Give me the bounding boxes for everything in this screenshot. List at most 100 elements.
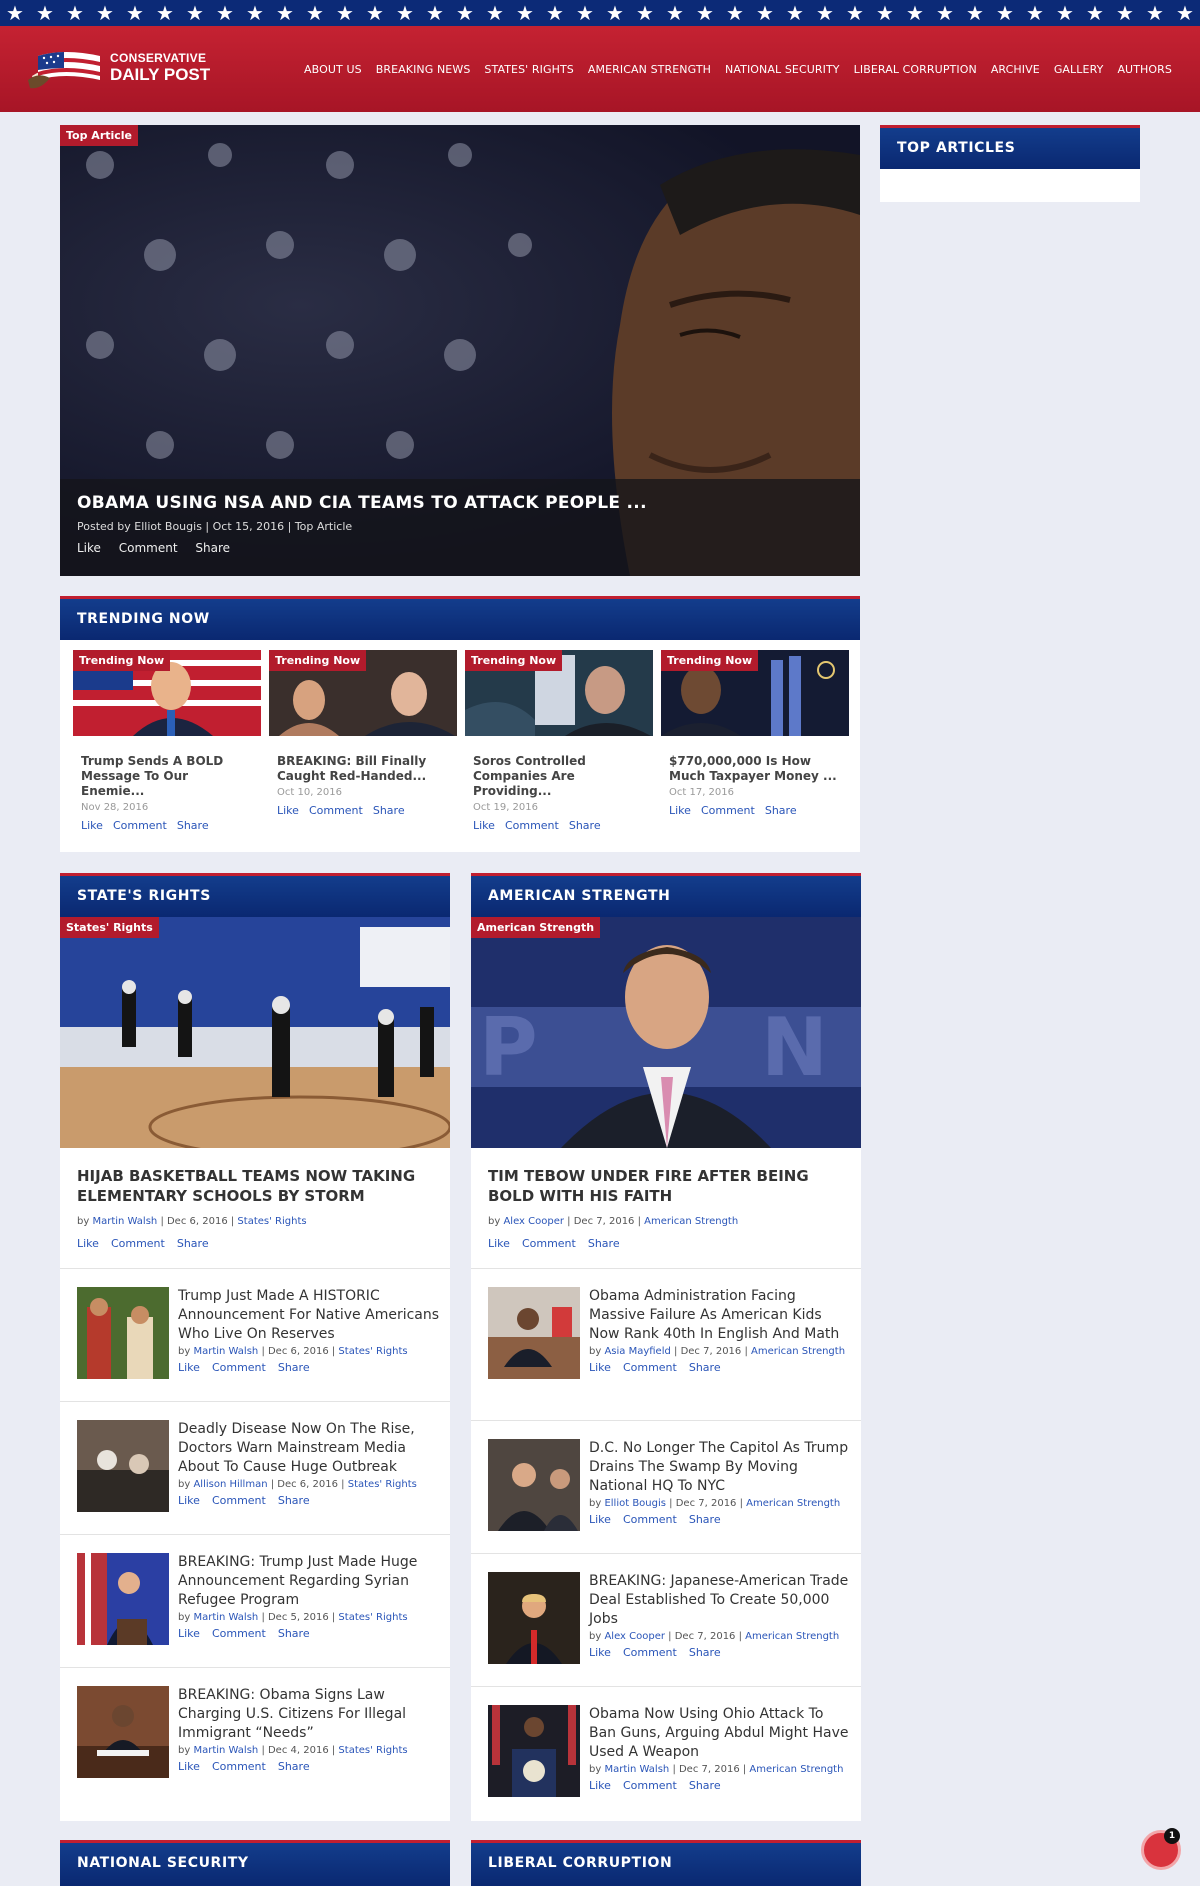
category-tag[interactable]: American Strength (471, 917, 601, 938)
list-item[interactable]: Trump Just Made A HISTORIC Announcement … (60, 1268, 450, 1401)
share-button[interactable]: Share (278, 1627, 310, 1640)
nav-liberal-corruption[interactable]: LIBERAL CORRUPTION (854, 63, 977, 76)
like-button[interactable]: Like (277, 804, 299, 817)
trending-item[interactable]: Trending Now Trump Sends A BOLD Message … (73, 650, 261, 832)
nav-states-rights[interactable]: STATES' RIGHTS (484, 63, 573, 76)
item-title[interactable]: BREAKING: Trump Just Made Huge Announcem… (178, 1553, 440, 1610)
author-link[interactable]: Alex Cooper (503, 1216, 564, 1227)
comment-button[interactable]: Comment (309, 804, 363, 817)
comment-button[interactable]: Comment (623, 1361, 677, 1374)
comment-button[interactable]: Comment (623, 1779, 677, 1792)
trending-tag[interactable]: Trending Now (661, 650, 759, 671)
share-button[interactable]: Share (569, 819, 601, 832)
category-link[interactable]: American Strength (745, 1631, 839, 1642)
comment-button[interactable]: Comment (701, 804, 755, 817)
feature-title[interactable]: HIJAB BASKETBALL TEAMS NOW TAKING ELEMEN… (77, 1166, 433, 1206)
share-button[interactable]: Share (278, 1494, 310, 1507)
trending-tag[interactable]: Trending Now (465, 650, 563, 671)
list-item[interactable]: D.C. No Longer The Capitol As Trump Drai… (471, 1420, 861, 1553)
like-button[interactable]: Like (589, 1646, 611, 1659)
item-title[interactable]: Deadly Disease Now On The Rise, Doctors … (178, 1420, 440, 1477)
trending-title[interactable]: Soros Controlled Companies Are Providing… (473, 754, 645, 799)
like-button[interactable]: Like (81, 819, 103, 832)
comment-button[interactable]: Comment (113, 819, 167, 832)
category-link[interactable]: States' Rights (338, 1346, 407, 1357)
author-link[interactable]: Martin Walsh (604, 1764, 669, 1775)
author-link[interactable]: Martin Walsh (193, 1346, 258, 1357)
nav-authors[interactable]: AUTHORS (1117, 63, 1172, 76)
author-link[interactable]: Martin Walsh (193, 1612, 258, 1623)
author-link[interactable]: Martin Walsh (92, 1216, 157, 1227)
trending-item[interactable]: Trending Now BREAKING: Bill Finally Caug… (269, 650, 457, 817)
trending-item[interactable]: Trending Now $770,000,000 Is How Much Ta… (661, 650, 849, 817)
comment-button[interactable]: Comment (505, 819, 559, 832)
feature-image[interactable]: States' Rights (60, 917, 450, 1148)
list-item[interactable]: BREAKING: Japanese-American Trade Deal E… (471, 1553, 861, 1686)
category-link[interactable]: American Strength (746, 1498, 840, 1509)
author-link[interactable]: Elliot Bougis (604, 1498, 666, 1509)
share-button[interactable]: Share (689, 1646, 721, 1659)
item-title[interactable]: Obama Now Using Ohio Attack To Ban Guns,… (589, 1705, 851, 1762)
comment-button[interactable]: Comment (623, 1513, 677, 1526)
share-button[interactable]: Share (373, 804, 405, 817)
category-link[interactable]: American Strength (749, 1764, 843, 1775)
nav-gallery[interactable]: GALLERY (1054, 63, 1104, 76)
nav-american-strength[interactable]: AMERICAN STRENGTH (588, 63, 711, 76)
like-button[interactable]: Like (473, 819, 495, 832)
thumbnail[interactable] (488, 1439, 580, 1531)
trending-title[interactable]: $770,000,000 Is How Much Taxpayer Money … (669, 754, 841, 784)
nav-about-us[interactable]: ABOUT US (304, 63, 362, 76)
hero-tag[interactable]: Top Article (60, 125, 139, 146)
list-item[interactable]: Obama Now Using Ohio Attack To Ban Guns,… (471, 1686, 861, 1821)
comment-button[interactable]: Comment (212, 1494, 266, 1507)
category-link[interactable]: States' Rights (348, 1479, 417, 1490)
share-button[interactable]: Share (689, 1361, 721, 1374)
item-title[interactable]: BREAKING: Japanese-American Trade Deal E… (589, 1572, 851, 1629)
share-button[interactable]: Share (588, 1237, 620, 1250)
thumbnail[interactable] (488, 1705, 580, 1797)
trending-image[interactable]: Trending Now (465, 650, 653, 736)
like-button[interactable]: Like (178, 1760, 200, 1773)
author-link[interactable]: Martin Walsh (193, 1745, 258, 1756)
nav-archive[interactable]: ARCHIVE (991, 63, 1040, 76)
thumbnail[interactable] (77, 1686, 169, 1778)
thumbnail[interactable] (77, 1553, 169, 1645)
share-button[interactable]: Share (177, 819, 209, 832)
share-button[interactable]: Share (278, 1760, 310, 1773)
author-link[interactable]: Allison Hillman (193, 1479, 267, 1490)
share-button[interactable]: Share (278, 1361, 310, 1374)
like-button[interactable]: Like (589, 1779, 611, 1792)
category-tag[interactable]: States' Rights (60, 917, 159, 938)
trending-item[interactable]: Trending Now Soros Controlled Companies … (465, 650, 653, 832)
like-button[interactable]: Like (178, 1627, 200, 1640)
share-button[interactable]: Share (689, 1513, 721, 1526)
trending-title[interactable]: Trump Sends A BOLD Message To Our Enemie… (81, 754, 253, 799)
comment-button[interactable]: Comment (119, 541, 178, 555)
category-link[interactable]: States' Rights (338, 1745, 407, 1756)
comment-button[interactable]: Comment (111, 1237, 165, 1250)
feature-image[interactable]: P N American Strength (471, 917, 861, 1148)
comment-button[interactable]: Comment (522, 1237, 576, 1250)
like-button[interactable]: Like (178, 1361, 200, 1374)
category-link[interactable]: States' Rights (338, 1612, 407, 1623)
item-title[interactable]: D.C. No Longer The Capitol As Trump Drai… (589, 1439, 851, 1496)
nav-breaking-news[interactable]: BREAKING NEWS (376, 63, 471, 76)
site-logo[interactable]: CONSERVATIVE DAILY POST (24, 46, 214, 92)
like-button[interactable]: Like (589, 1513, 611, 1526)
list-item[interactable]: Deadly Disease Now On The Rise, Doctors … (60, 1401, 450, 1534)
category-link[interactable]: American Strength (751, 1346, 845, 1357)
share-button[interactable]: Share (195, 541, 230, 555)
trending-title[interactable]: BREAKING: Bill Finally Caught Red-Handed… (277, 754, 449, 784)
category-link[interactable]: States' Rights (237, 1216, 306, 1227)
category-link[interactable]: American Strength (644, 1216, 738, 1227)
item-title[interactable]: Obama Administration Facing Massive Fail… (589, 1287, 851, 1344)
nav-national-security[interactable]: NATIONAL SECURITY (725, 63, 840, 76)
author-link[interactable]: Alex Cooper (604, 1631, 665, 1642)
thumbnail[interactable] (77, 1287, 169, 1379)
trending-image[interactable]: Trending Now (73, 650, 261, 736)
list-item[interactable]: BREAKING: Obama Signs Law Charging U.S. … (60, 1667, 450, 1800)
like-button[interactable]: Like (488, 1237, 510, 1250)
trending-tag[interactable]: Trending Now (269, 650, 367, 671)
thumbnail[interactable] (77, 1420, 169, 1512)
item-title[interactable]: Trump Just Made A HISTORIC Announcement … (178, 1287, 440, 1344)
